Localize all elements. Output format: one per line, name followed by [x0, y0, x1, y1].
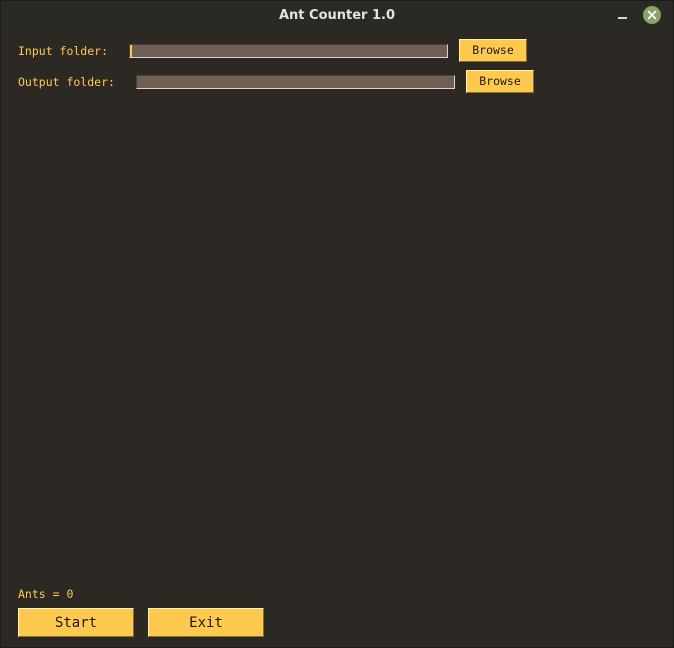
- minimize-icon[interactable]: [613, 9, 633, 23]
- text-cursor: [130, 45, 132, 57]
- start-button[interactable]: Start: [18, 608, 134, 637]
- input-folder-label: Input folder:: [18, 44, 109, 58]
- exit-button[interactable]: Exit: [148, 608, 264, 637]
- window-title: Ant Counter 1.0: [278, 8, 396, 23]
- ants-count-text: Ants = 0: [18, 587, 74, 601]
- output-browse-button[interactable]: Browse: [466, 70, 534, 93]
- app-window: Ant Counter 1.0 Input folder: Browse Out…: [0, 0, 674, 648]
- title-bar[interactable]: Ant Counter 1.0: [1, 1, 673, 31]
- input-folder-field[interactable]: [129, 44, 448, 58]
- output-folder-field[interactable]: [136, 75, 455, 89]
- close-icon[interactable]: [643, 6, 661, 24]
- output-folder-label: Output folder:: [18, 75, 115, 89]
- input-browse-button[interactable]: Browse: [459, 39, 527, 62]
